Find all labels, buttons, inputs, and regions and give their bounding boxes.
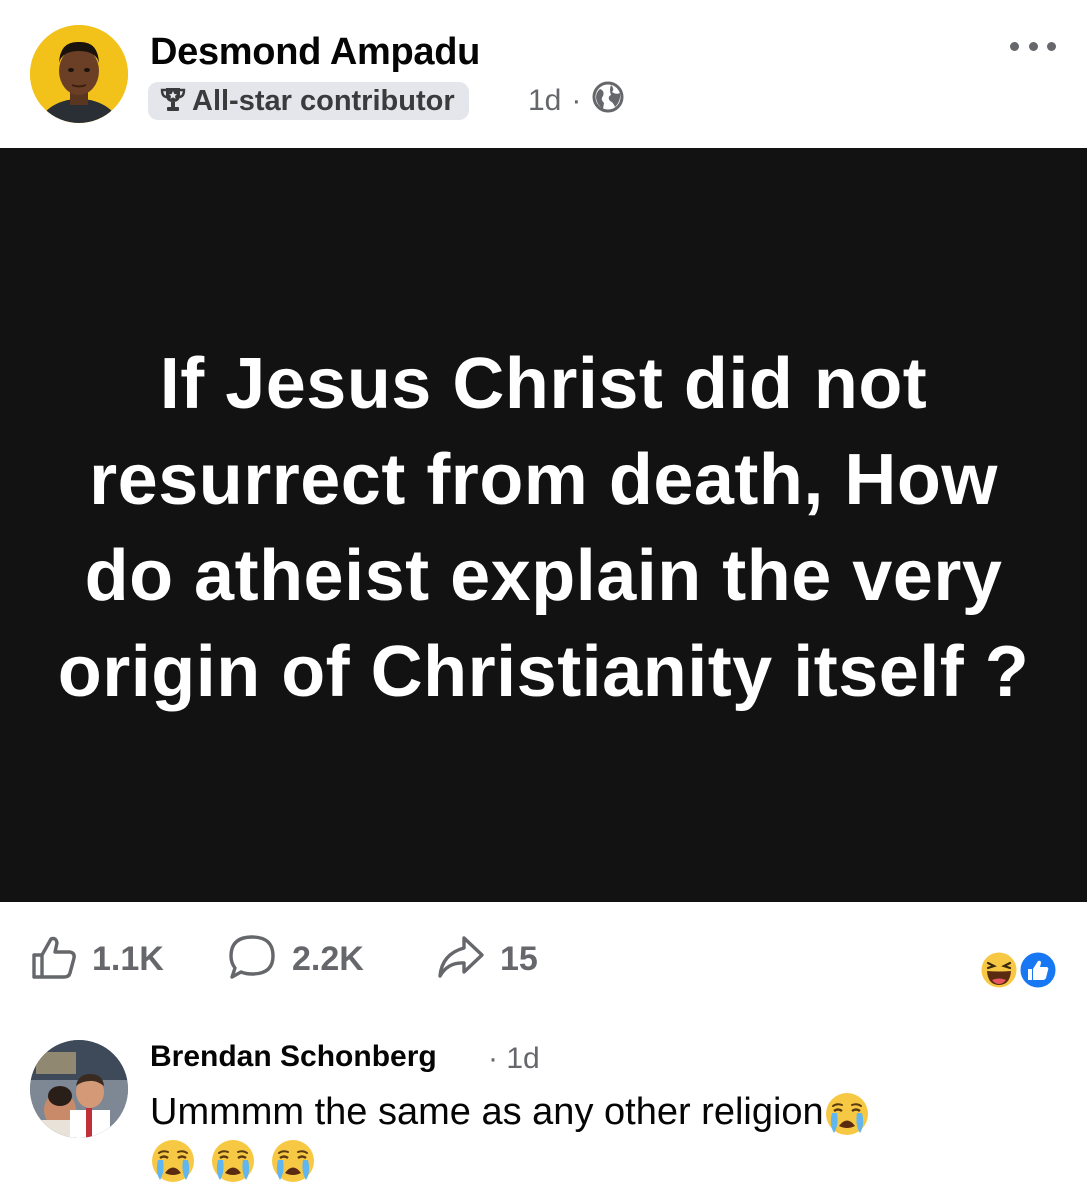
comment-body: Ummmm the same as any other religion: [150, 1088, 870, 1137]
dot: [1047, 41, 1056, 51]
comment-icon: [226, 932, 278, 987]
dot: [1010, 41, 1019, 51]
loudly-crying-face-icon: [210, 1138, 256, 1184]
post-meta: 1d ·: [528, 80, 625, 122]
share-count: 15: [500, 939, 538, 978]
like-reaction-icon: [1017, 949, 1059, 991]
trophy-icon: [160, 85, 186, 118]
post-image[interactable]: If Jesus Christ did not resurrect from d…: [0, 148, 1087, 902]
post-time[interactable]: 1d: [528, 84, 561, 118]
loudly-crying-face-icon: [824, 1091, 870, 1137]
loudly-crying-face-icon: [150, 1138, 196, 1184]
haha-icon: [978, 949, 1020, 991]
comment-button[interactable]: 2.2K: [226, 933, 364, 985]
globe-icon: [591, 80, 625, 122]
like-icon: [30, 933, 78, 986]
comment-emoji-row: [150, 1138, 316, 1184]
like-button[interactable]: 1.1K: [30, 933, 164, 985]
loudly-crying-face-icon: [270, 1138, 316, 1184]
share-button[interactable]: 15: [436, 933, 538, 985]
commenter-name[interactable]: Brendan Schonberg: [150, 1040, 437, 1074]
comment-time-value: 1d: [506, 1042, 540, 1075]
reaction-summary[interactable]: [978, 948, 1060, 992]
comment-text: Ummmm the same as any other religion: [150, 1091, 824, 1133]
author-avatar[interactable]: [30, 25, 128, 123]
dot: [1028, 41, 1038, 51]
commenter-avatar[interactable]: [30, 1040, 128, 1138]
comment-count: 2.2K: [292, 939, 364, 978]
meta-separator: ·: [571, 84, 582, 117]
post-image-text: If Jesus Christ did not resurrect from d…: [57, 344, 1030, 712]
share-icon: [436, 934, 486, 985]
like-count: 1.1K: [92, 939, 164, 978]
comment-separator: ·: [488, 1042, 498, 1075]
badge-label: All-star contributor: [192, 84, 455, 117]
author-name[interactable]: Desmond Ampadu: [150, 30, 480, 74]
more-options-button[interactable]: [1010, 36, 1056, 56]
comment-time[interactable]: · 1d: [488, 1042, 540, 1076]
contributor-badge[interactable]: All-star contributor: [148, 82, 469, 120]
